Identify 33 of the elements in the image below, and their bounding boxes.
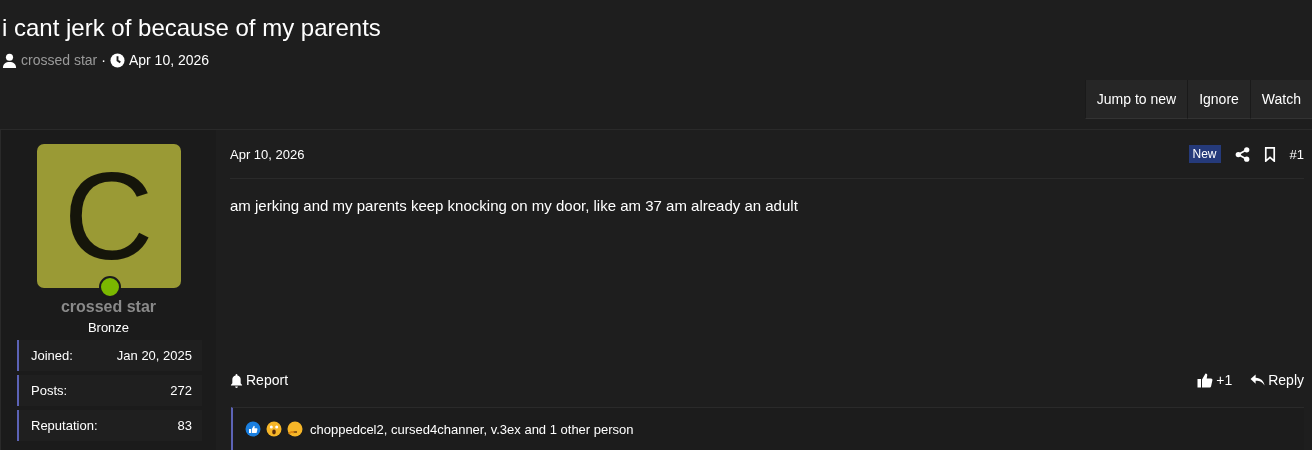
avatar[interactable]: C xyxy=(36,144,181,288)
reaction-users-link[interactable]: choppedcel2, cursed4channer, v.3ex and 1 other person xyxy=(310,421,634,437)
post-number[interactable]: #1 xyxy=(1289,146,1304,162)
like-reaction-icon[interactable] xyxy=(245,421,261,437)
post-date[interactable]: Apr 10, 2026 xyxy=(230,146,305,162)
report-link[interactable]: Report xyxy=(230,372,289,388)
thumbs-up-icon xyxy=(1197,372,1214,388)
user-rank: Bronze xyxy=(87,320,130,335)
new-badge: New xyxy=(1188,145,1221,163)
stat-label: Joined: xyxy=(31,348,73,363)
bookmark-icon[interactable] xyxy=(1263,146,1276,162)
user-icon xyxy=(2,52,17,68)
clock-icon xyxy=(109,52,125,68)
bell-icon xyxy=(230,372,243,388)
post-body: am jerking and my parents keep knocking on my door, like am 37 am already an adult xyxy=(230,197,799,214)
thread-title: i cant jerk of because of my parents xyxy=(2,13,382,43)
surprised-emoji-icon[interactable] xyxy=(266,421,282,437)
stat-label: Posts: xyxy=(31,383,68,398)
stat-value: 83 xyxy=(177,418,192,433)
thread-action-button[interactable]: Watch xyxy=(1249,80,1312,119)
author-link[interactable]: crossed star xyxy=(21,52,98,68)
share-icon[interactable] xyxy=(1234,146,1250,162)
separator: · xyxy=(101,52,106,68)
like-button[interactable]: +1 xyxy=(1197,372,1233,388)
stat-label: Reputation: xyxy=(31,418,98,433)
thread-action-button[interactable]: Ignore xyxy=(1187,80,1250,119)
thread-date[interactable]: Apr 10, 2026 xyxy=(128,52,210,68)
stat-value: 272 xyxy=(170,383,192,398)
stat-value: Jan 20, 2025 xyxy=(116,348,192,363)
reply-arrow-icon xyxy=(1250,373,1266,387)
reply-button[interactable]: Reply xyxy=(1250,372,1304,388)
username[interactable]: crossed star xyxy=(60,298,157,316)
thread-action-button[interactable]: Jump to new xyxy=(1084,80,1188,119)
